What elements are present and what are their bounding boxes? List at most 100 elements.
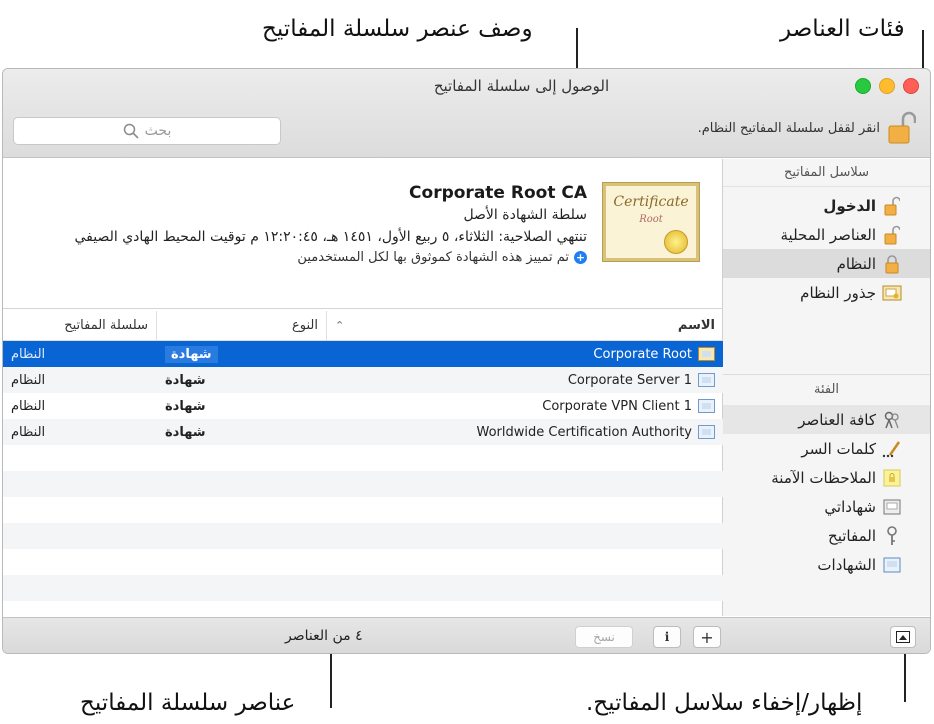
row-keychain: النظام <box>11 424 46 440</box>
sidebar-item-all-items[interactable]: كافة العناصر <box>723 405 930 434</box>
certificate-image-text: Certificate <box>613 194 689 210</box>
empty-row <box>3 471 723 497</box>
sidebar-item-label: الدخول <box>823 196 876 215</box>
unlocked-padlock-icon <box>882 196 902 216</box>
sidebar-item-local-items[interactable]: العناصر المحلية <box>723 220 930 249</box>
info-button[interactable]: i <box>653 626 681 648</box>
unlocked-padlock-icon <box>888 111 916 144</box>
sidebar-item-label: المفاتيح <box>828 526 876 545</box>
sidebar-item-label: كلمات السر <box>801 439 876 458</box>
lock-control[interactable]: انقر لقفل سلسلة المفاتيح النظام. <box>698 111 916 145</box>
row-name: Corporate VPN Client 1 <box>542 398 692 414</box>
callout-keychain-item-description: وصف عنصر سلسلة المفاتيح <box>262 16 533 42</box>
trust-status-text: تم تمييز هذه الشهادة كموثوق بها لكل المس… <box>297 250 569 265</box>
table-row[interactable]: Worldwide Certification Authority شهادة … <box>3 419 723 445</box>
category-header: الفئة <box>813 382 840 397</box>
window-title: الوصول إلى سلسلة المفاتيح <box>433 77 610 95</box>
sidebar-item-label: العناصر المحلية <box>780 225 876 244</box>
empty-row <box>3 445 723 471</box>
leader-line <box>330 650 332 708</box>
sidebar-item-login[interactable]: الدخول <box>723 191 930 220</box>
row-name: Corporate Server 1 <box>567 372 692 388</box>
certificate-image-icon: Certificate Root <box>603 183 699 261</box>
sidebar-item-passwords[interactable]: كلمات السر <box>723 434 930 463</box>
certificate-icon <box>698 347 715 361</box>
empty-row <box>3 575 723 601</box>
column-header-kind[interactable]: النوع <box>157 311 327 340</box>
sidebar-item-label: شهاداتي <box>824 497 876 516</box>
sidebar-item-secure-notes[interactable]: الملاحظات الآمنة <box>723 463 930 492</box>
column-header-keychain[interactable]: سلسلة المفاتيح <box>3 311 157 340</box>
main-content: Certificate Root Corporate Root CA سلطة … <box>3 159 723 653</box>
search-field[interactable]: بحث <box>13 117 281 145</box>
padlock-icon <box>882 254 902 274</box>
search-icon <box>123 123 139 139</box>
sidebar-item-label: الملاحظات الآمنة <box>771 468 876 487</box>
toggle-keychains-button[interactable] <box>890 626 916 648</box>
column-header-name[interactable]: الاسم ⌃ <box>327 311 723 340</box>
search-placeholder: بحث <box>144 123 172 139</box>
sidebar-item-label: كافة العناصر <box>798 410 876 429</box>
items-table: الاسم ⌃ النوع سلسلة المفاتيح Corporate R… <box>3 311 723 653</box>
empty-row <box>3 549 723 575</box>
key-icon <box>882 525 902 546</box>
row-name: Worldwide Certification Authority <box>476 424 692 440</box>
certificate-seal-icon <box>664 230 688 254</box>
row-keychain: النظام <box>11 346 46 362</box>
unlocked-padlock-icon <box>882 225 902 245</box>
add-button[interactable]: + <box>693 626 721 648</box>
sidebar-item-label: الشهادات <box>817 555 876 574</box>
certificate-icon <box>698 425 715 439</box>
bottom-bar: + i نسخ ٤ من العناصر <box>3 617 930 653</box>
table-row[interactable]: Corporate Root شهادة النظام <box>3 341 723 367</box>
lock-label: انقر لقفل سلسلة المفاتيح النظام. <box>697 120 880 136</box>
trust-status: + تم تمييز هذه الشهادة كموثوق بها لكل ال… <box>74 250 587 265</box>
certificate-icon <box>698 399 715 413</box>
callout-item-categories: فئات العناصر <box>780 16 905 42</box>
sidebar-item-label: النظام <box>836 254 876 273</box>
item-detail-panel: Certificate Root Corporate Root CA سلطة … <box>3 159 723 309</box>
copy-button[interactable]: نسخ <box>575 626 633 648</box>
table-header: الاسم ⌃ النوع سلسلة المفاتيح <box>3 311 723 341</box>
my-certificate-icon <box>882 497 902 517</box>
password-icon <box>882 439 902 459</box>
row-kind: شهادة <box>165 424 206 440</box>
item-count: ٤ من العناصر <box>285 628 363 644</box>
leader-line <box>904 650 906 702</box>
row-name: Corporate Root <box>593 346 692 362</box>
row-keychain: النظام <box>11 372 46 388</box>
callout-keychain-items: عناصر سلسلة المفاتيح <box>80 690 296 716</box>
sidebar-item-system[interactable]: النظام <box>723 249 930 278</box>
show-hide-keychains-icon <box>896 631 910 643</box>
keychains-header: سلاسل المفاتيح <box>723 159 930 187</box>
sidebar-item-keys[interactable]: المفاتيح <box>723 521 930 550</box>
empty-row <box>3 497 723 523</box>
callout-show-hide-keychains: إظهار/إخفاء سلاسل المفاتيح. <box>586 690 863 716</box>
keychain-access-window: الوصول إلى سلسلة المفاتيح بحث انقر لقفل … <box>2 68 931 654</box>
sidebar-item-my-certificates[interactable]: شهاداتي <box>723 492 930 521</box>
trusted-plus-icon: + <box>574 251 587 264</box>
certificate-icon <box>882 555 902 575</box>
row-keychain: النظام <box>11 398 46 414</box>
title-bar: الوصول إلى سلسلة المفاتيح بحث انقر لقفل … <box>3 69 930 158</box>
item-expiry: تنتهي الصلاحية: الثلاثاء، ٥ ربيع الأول، … <box>74 229 587 245</box>
sidebar-item-system-roots[interactable]: جذور النظام <box>723 278 930 307</box>
item-subtitle: سلطة الشهادة الأصل <box>463 207 587 223</box>
sidebar-item-certificates[interactable]: الشهادات <box>723 550 930 579</box>
certificate-icon <box>698 373 715 387</box>
all-items-icon <box>882 410 902 430</box>
sort-chevron-icon: ⌃ <box>335 319 345 332</box>
secure-note-icon <box>882 468 902 488</box>
sidebar: سلاسل المفاتيح الدخول العناصر المحلية ال… <box>722 159 930 616</box>
table-row[interactable]: Corporate Server 1 شهادة النظام <box>3 367 723 393</box>
row-kind: شهادة <box>165 372 206 388</box>
sidebar-item-label: جذور النظام <box>800 283 876 302</box>
table-row[interactable]: Corporate VPN Client 1 شهادة النظام <box>3 393 723 419</box>
empty-row <box>3 523 723 549</box>
row-kind: شهادة <box>165 345 218 363</box>
row-kind: شهادة <box>165 398 206 414</box>
table-body: Corporate Root شهادة النظام Corporate Se… <box>3 341 723 653</box>
certificate-folder-icon <box>882 283 902 303</box>
certificate-image-subtext: Root <box>639 214 663 225</box>
item-title: Corporate Root CA <box>409 183 587 203</box>
